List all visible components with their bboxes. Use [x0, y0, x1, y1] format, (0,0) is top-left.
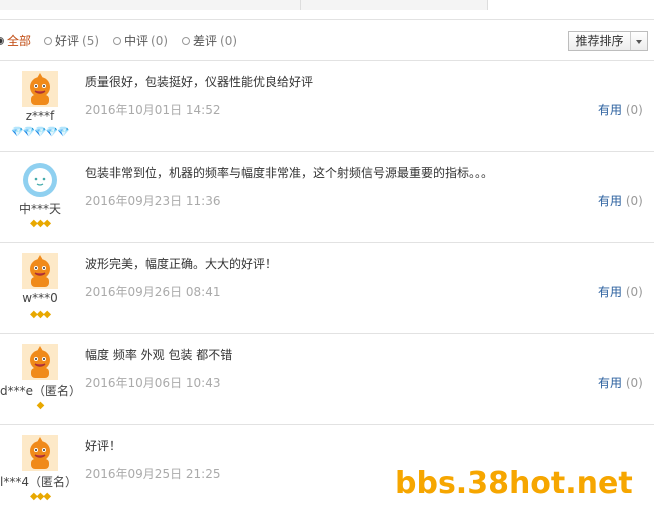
- useful-count: (0): [625, 376, 643, 390]
- useful-button[interactable]: 有用 (0): [598, 283, 643, 300]
- username[interactable]: l***4（匿名）: [0, 473, 80, 490]
- sort-dropdown[interactable]: 推荐排序: [568, 31, 648, 51]
- review-date: 2016年10月01日 14:52: [85, 103, 221, 117]
- review-date: 2016年09月23日 11:36: [85, 194, 221, 208]
- orange-mascot-icon: [22, 435, 58, 471]
- review-date: 2016年10月06日 10:43: [85, 376, 221, 390]
- useful-label: 有用: [598, 103, 623, 117]
- useful-button[interactable]: 有用 (0): [598, 101, 643, 118]
- useful-button[interactable]: 有用 (0): [598, 192, 643, 209]
- orange-mascot-icon: [22, 344, 58, 380]
- tab-right[interactable]: [488, 0, 654, 10]
- filter-count: (5): [82, 34, 100, 48]
- avatar[interactable]: [22, 71, 58, 107]
- useful-label: 有用: [598, 376, 623, 390]
- filter-label: 差评: [193, 34, 218, 48]
- avatar[interactable]: [22, 344, 58, 380]
- tab-middle[interactable]: [301, 0, 488, 10]
- filter-label: 全部: [7, 34, 32, 48]
- useful-count: (0): [625, 285, 643, 299]
- review-text: 波形完美，幅度正确。大大的好评！: [85, 257, 278, 271]
- chevron-down-icon[interactable]: [631, 32, 647, 50]
- useful-label: 有用: [598, 285, 623, 299]
- orange-mascot-icon: [22, 253, 58, 289]
- review-filter-bar: 全部 好评 (5) 中评 (0) 差评 (0) 推荐排序: [0, 29, 654, 55]
- level-badge-icon: ◆◆◆: [29, 309, 51, 320]
- level-badge-icon: ◆◆◆: [29, 491, 51, 502]
- useful-count: (0): [625, 194, 643, 208]
- review-date: 2016年09月25日 21:25: [85, 467, 221, 481]
- level-badge-icon: ◆: [36, 400, 45, 411]
- filter-label: 中评: [124, 34, 149, 48]
- filter-neutral[interactable]: 中评 (0): [113, 33, 168, 49]
- filter-label: 好评: [55, 34, 80, 48]
- radio-icon[interactable]: [113, 37, 121, 45]
- filter-count: (0): [151, 34, 169, 48]
- avatar[interactable]: [22, 253, 58, 289]
- radio-icon[interactable]: [182, 37, 190, 45]
- username[interactable]: d***e（匿名）: [0, 382, 81, 399]
- review-text: 质量很好，包装挺好，仪器性能优良给好评: [85, 75, 314, 89]
- avatar[interactable]: [22, 162, 58, 198]
- divider: [0, 19, 654, 20]
- review-item: z***f 💎💎💎💎💎 质量很好，包装挺好，仪器性能优良给好评 2016年10月…: [0, 61, 654, 152]
- radio-icon[interactable]: [44, 37, 52, 45]
- review-date: 2016年09月26日 08:41: [85, 285, 221, 299]
- watermark: bbs.38hot.net: [395, 466, 633, 501]
- tab-strip: [0, 0, 654, 10]
- review-item: 中***天 ◆◆◆ 包装非常到位，机器的频率与幅度非常准，这个射频信号源最重要的…: [0, 152, 654, 243]
- review-item: w***0 ◆◆◆ 波形完美，幅度正确。大大的好评！ 2016年09月26日 0…: [0, 243, 654, 334]
- sort-label: 推荐排序: [569, 32, 631, 50]
- level-badge-icon: ◆◆◆: [29, 218, 51, 229]
- avatar[interactable]: [22, 435, 58, 471]
- filter-all[interactable]: 全部: [0, 33, 31, 49]
- review-text: 幅度 频率 外观 包装 都不错: [85, 348, 233, 362]
- username[interactable]: z***f: [0, 109, 80, 123]
- useful-button[interactable]: 有用 (0): [598, 374, 643, 391]
- useful-count: (0): [625, 103, 643, 117]
- blue-cloud-icon: [23, 163, 57, 197]
- review-text: 好评！: [85, 439, 122, 453]
- filter-good[interactable]: 好评 (5): [44, 33, 99, 49]
- username[interactable]: w***0: [0, 291, 80, 305]
- radio-icon[interactable]: [0, 37, 4, 45]
- tab-left[interactable]: [0, 0, 301, 10]
- orange-mascot-icon: [22, 71, 58, 107]
- username[interactable]: 中***天: [0, 200, 80, 217]
- filter-bad[interactable]: 差评 (0): [182, 33, 237, 49]
- level-badge-icon: 💎💎💎💎💎: [11, 127, 69, 138]
- useful-label: 有用: [598, 194, 623, 208]
- filter-count: (0): [220, 34, 238, 48]
- review-text: 包装非常到位，机器的频率与幅度非常准，这个射频信号源最重要的指标。。。: [85, 166, 494, 180]
- review-item: d***e（匿名） ◆ 幅度 频率 外观 包装 都不错 2016年10月06日 …: [0, 334, 654, 425]
